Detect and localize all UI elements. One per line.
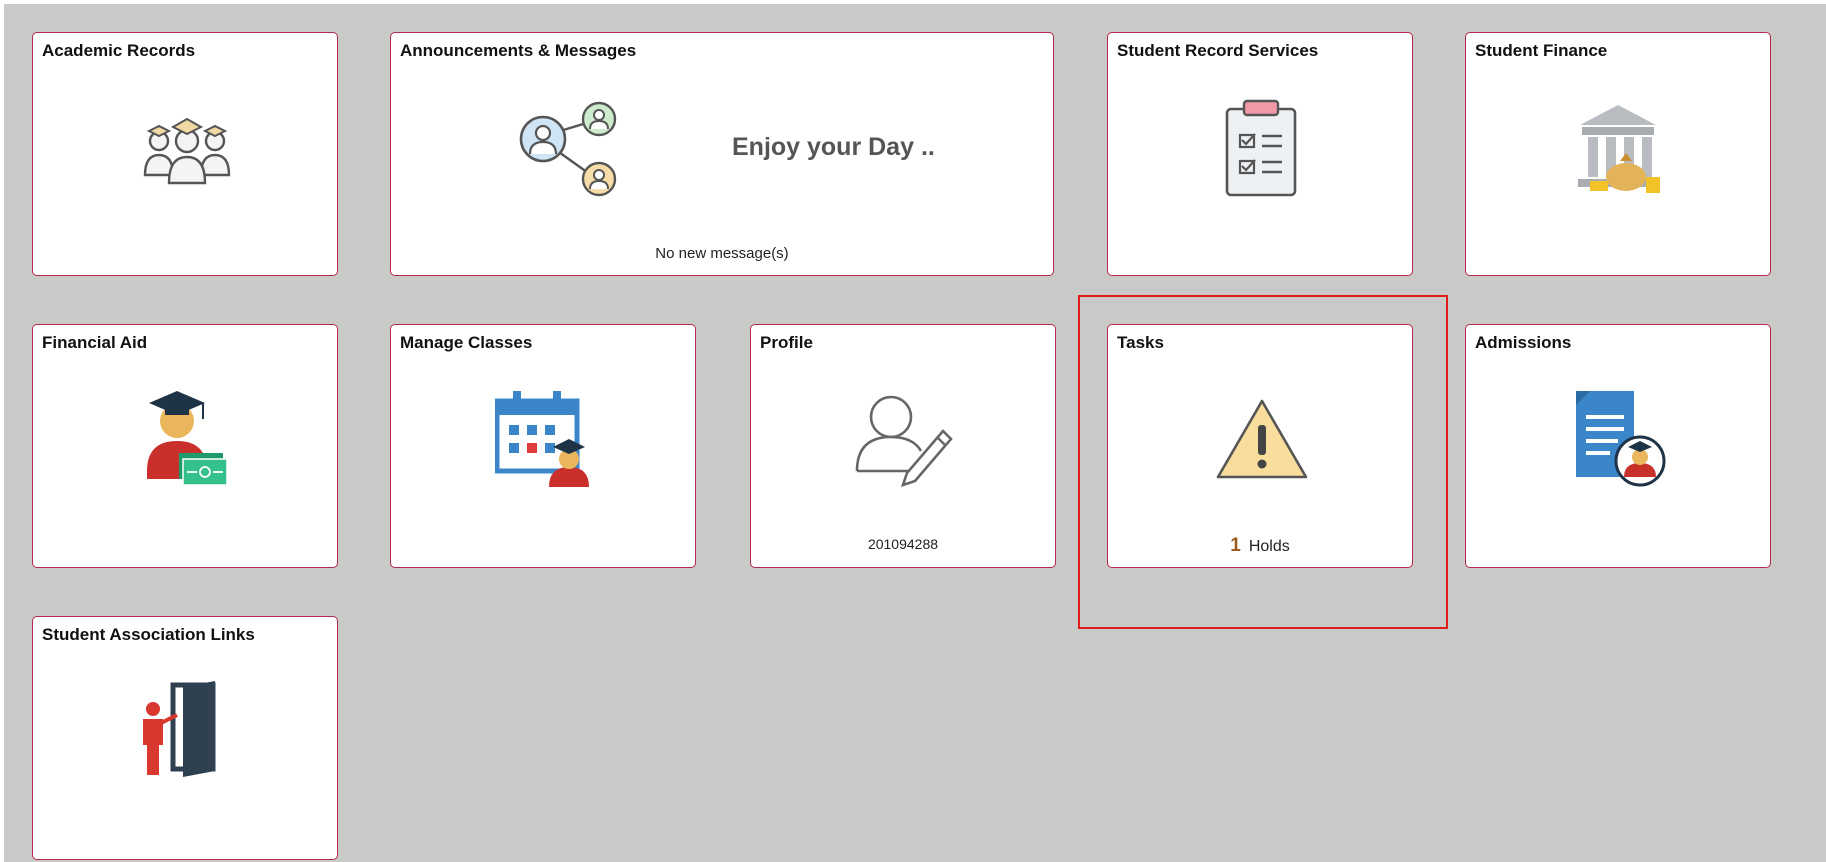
calendar-student-icon (495, 389, 595, 489)
tile-title: Tasks (1117, 333, 1164, 352)
people-network-icon (515, 99, 621, 197)
tile-title: Student Record Services (1117, 41, 1319, 60)
message-status: No new message(s) (655, 245, 789, 262)
tile-student-association-links[interactable]: Student Association Links (32, 616, 338, 860)
tile-profile[interactable]: Profile 201094288 (750, 324, 1056, 568)
clipboard-checklist-icon (1222, 99, 1300, 199)
holds-label: Holds (1248, 538, 1290, 555)
students-icon (137, 111, 237, 191)
tile-title: Announcements & Messages (400, 41, 637, 60)
holds-count: 1 (1230, 535, 1241, 556)
announcement-banner: Enjoy your Day .. (732, 133, 935, 161)
bank-money-icon (1570, 99, 1670, 199)
graduate-money-icon (145, 387, 229, 489)
homepage-canvas: Academic Records Announcements & Message… (4, 4, 1826, 862)
tile-announcements-messages[interactable]: Announcements & Messages Enjoy your Day … (390, 32, 1054, 276)
profile-id: 201094288 (867, 536, 939, 552)
tile-financial-aid[interactable]: Financial Aid (32, 324, 338, 568)
tile-student-finance[interactable]: Student Finance (1465, 32, 1771, 276)
tile-title: Financial Aid (42, 333, 148, 352)
tile-title: Profile (760, 333, 813, 352)
document-graduate-icon (1570, 387, 1670, 487)
tile-academic-records[interactable]: Academic Records (32, 32, 338, 276)
warning-icon (1214, 397, 1310, 483)
user-edit-icon (855, 391, 955, 491)
tile-title: Student Finance (1475, 41, 1608, 60)
holds-summary[interactable]: 1 Holds (1108, 535, 1412, 557)
tile-title: Manage Classes (400, 333, 533, 352)
tile-admissions[interactable]: Admissions (1465, 324, 1771, 568)
tile-title: Academic Records (42, 41, 196, 60)
tile-title: Admissions (1475, 333, 1572, 352)
door-person-icon (137, 679, 237, 783)
tile-student-record-services[interactable]: Student Record Services (1107, 32, 1413, 276)
tile-manage-classes[interactable]: Manage Classes (390, 324, 696, 568)
tile-title: Student Association Links (42, 625, 255, 644)
tile-tasks[interactable]: Tasks 1 Holds (1107, 324, 1413, 568)
